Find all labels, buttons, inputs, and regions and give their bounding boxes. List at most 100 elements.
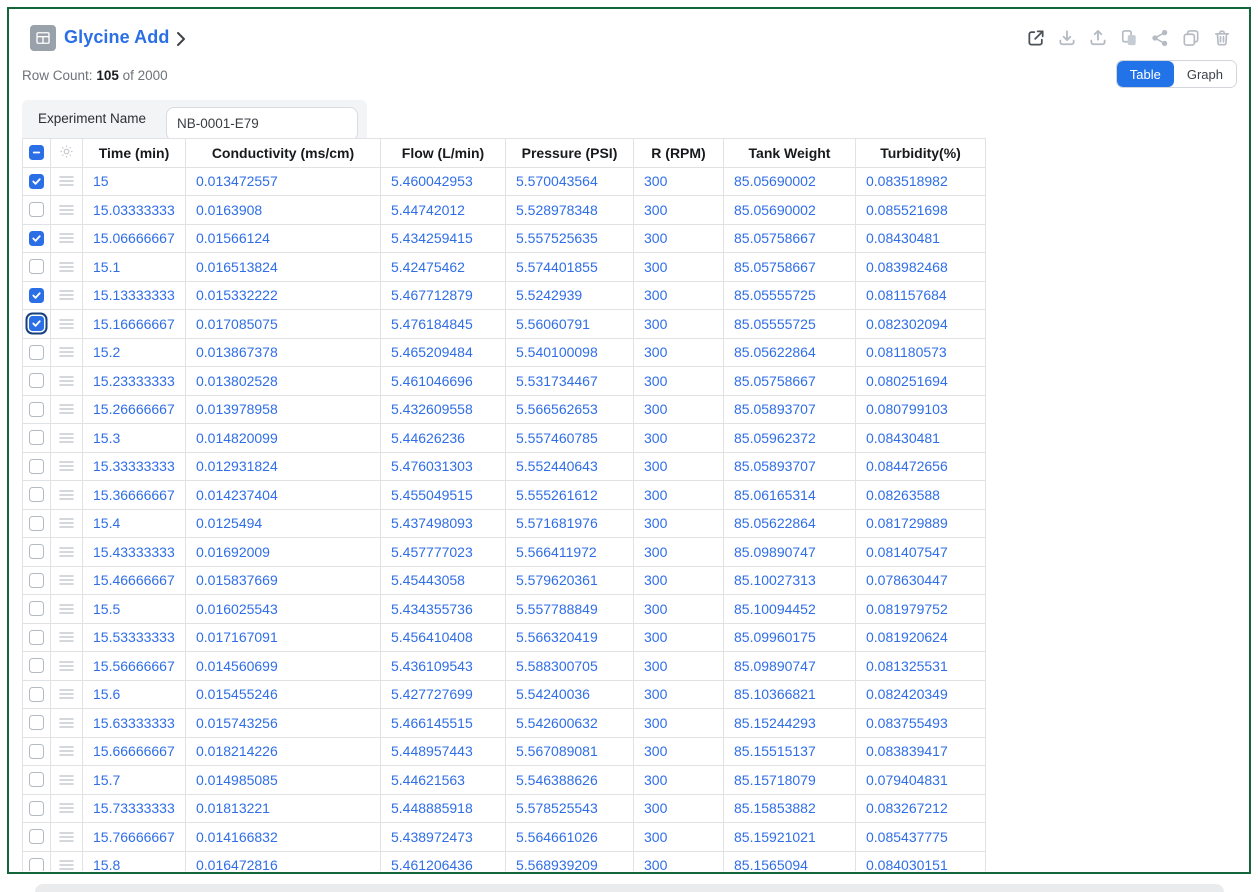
row-checkbox[interactable] (29, 345, 44, 360)
cell-tank-weight[interactable]: 85.05758667 (724, 253, 856, 282)
cell-time[interactable]: 15.56666667 (83, 652, 186, 681)
cell-time[interactable]: 15.73333333 (83, 794, 186, 823)
drag-handle-icon[interactable] (51, 688, 82, 700)
cell-tank-weight[interactable]: 85.05758667 (724, 224, 856, 253)
cell-flow[interactable]: 5.434259415 (381, 224, 506, 253)
cell-conductivity[interactable]: 0.014985085 (186, 766, 381, 795)
cell-time[interactable]: 15.1 (83, 253, 186, 282)
cell-pressure[interactable]: 5.579620361 (506, 566, 634, 595)
cell-tank-weight[interactable]: 85.05622864 (724, 338, 856, 367)
cell-flow[interactable]: 5.448885918 (381, 794, 506, 823)
cell-tank-weight[interactable]: 85.05690002 (724, 167, 856, 196)
toggle-table-button[interactable]: Table (1117, 61, 1174, 87)
drag-handle-icon[interactable] (51, 346, 82, 358)
drag-handle-icon[interactable] (51, 432, 82, 444)
cell-flow[interactable]: 5.436109543 (381, 652, 506, 681)
cell-pressure[interactable]: 5.588300705 (506, 652, 634, 681)
cell-tank-weight[interactable]: 85.10027313 (724, 566, 856, 595)
cell-pressure[interactable]: 5.574401855 (506, 253, 634, 282)
cell-turbidity[interactable]: 0.081407547 (856, 538, 986, 567)
download-icon[interactable] (1056, 27, 1077, 48)
drag-handle-icon[interactable] (51, 831, 82, 843)
row-checkbox[interactable] (29, 288, 44, 303)
open-in-new-icon[interactable] (1025, 27, 1046, 48)
cell-tank-weight[interactable]: 85.09890747 (724, 538, 856, 567)
row-checkbox[interactable] (29, 487, 44, 502)
cell-pressure[interactable]: 5.568939209 (506, 851, 634, 871)
cell-time[interactable]: 15.7 (83, 766, 186, 795)
cell-time[interactable]: 15.33333333 (83, 452, 186, 481)
cell-conductivity[interactable]: 0.016472816 (186, 851, 381, 871)
cell-rpm[interactable]: 300 (634, 623, 724, 652)
row-checkbox[interactable] (29, 573, 44, 588)
cell-conductivity[interactable]: 0.013978958 (186, 395, 381, 424)
drag-handle-icon[interactable] (51, 802, 82, 814)
cell-rpm[interactable]: 300 (634, 509, 724, 538)
drag-handle-icon[interactable] (51, 774, 82, 786)
row-checkbox[interactable] (29, 801, 44, 816)
cell-rpm[interactable]: 300 (634, 367, 724, 396)
cell-tank-weight[interactable]: 85.05962372 (724, 424, 856, 453)
cell-flow[interactable]: 5.461046696 (381, 367, 506, 396)
cell-flow[interactable]: 5.457777023 (381, 538, 506, 567)
chevron-right-icon[interactable] (172, 28, 190, 50)
row-checkbox[interactable] (29, 630, 44, 645)
row-checkbox[interactable] (29, 516, 44, 531)
cell-rpm[interactable]: 300 (634, 538, 724, 567)
cell-conductivity[interactable]: 0.014166832 (186, 823, 381, 852)
cell-rpm[interactable]: 300 (634, 196, 724, 225)
cell-rpm[interactable]: 300 (634, 424, 724, 453)
experiment-name-input[interactable]: NB-0001-E79 (166, 107, 358, 141)
cell-rpm[interactable]: 300 (634, 851, 724, 871)
cell-rpm[interactable]: 300 (634, 481, 724, 510)
cell-pressure[interactable]: 5.531734467 (506, 367, 634, 396)
cell-turbidity[interactable]: 0.083518982 (856, 167, 986, 196)
cell-conductivity[interactable]: 0.014820099 (186, 424, 381, 453)
cell-conductivity[interactable]: 0.01813221 (186, 794, 381, 823)
cell-turbidity[interactable]: 0.081157684 (856, 281, 986, 310)
drag-handle-icon[interactable] (51, 660, 82, 672)
cell-conductivity[interactable]: 0.016513824 (186, 253, 381, 282)
cell-time[interactable]: 15.4 (83, 509, 186, 538)
cell-turbidity[interactable]: 0.081920624 (856, 623, 986, 652)
cell-turbidity[interactable]: 0.080251694 (856, 367, 986, 396)
cell-turbidity[interactable]: 0.08430481 (856, 224, 986, 253)
cell-turbidity[interactable]: 0.081325531 (856, 652, 986, 681)
cell-turbidity[interactable]: 0.078630447 (856, 566, 986, 595)
cell-tank-weight[interactable]: 85.05893707 (724, 452, 856, 481)
cell-flow[interactable]: 5.45443058 (381, 566, 506, 595)
cell-flow[interactable]: 5.476184845 (381, 310, 506, 339)
drag-handle-icon[interactable] (51, 603, 82, 615)
cell-turbidity[interactable]: 0.081180573 (856, 338, 986, 367)
cell-time[interactable]: 15.13333333 (83, 281, 186, 310)
drag-handle-icon[interactable] (51, 403, 82, 415)
cell-tank-weight[interactable]: 85.05690002 (724, 196, 856, 225)
cell-pressure[interactable]: 5.546388626 (506, 766, 634, 795)
cell-time[interactable]: 15.8 (83, 851, 186, 871)
cell-rpm[interactable]: 300 (634, 310, 724, 339)
drag-handle-icon[interactable] (51, 460, 82, 472)
cell-pressure[interactable]: 5.557788849 (506, 595, 634, 624)
cell-pressure[interactable]: 5.5242939 (506, 281, 634, 310)
cell-time[interactable]: 15.5 (83, 595, 186, 624)
cell-flow[interactable]: 5.456410408 (381, 623, 506, 652)
cell-turbidity[interactable]: 0.082302094 (856, 310, 986, 339)
cell-time[interactable]: 15.66666667 (83, 737, 186, 766)
cell-pressure[interactable]: 5.54240036 (506, 680, 634, 709)
row-checkbox[interactable] (29, 316, 44, 331)
cell-flow[interactable]: 5.460042953 (381, 167, 506, 196)
cell-pressure[interactable]: 5.528978348 (506, 196, 634, 225)
cell-pressure[interactable]: 5.56060791 (506, 310, 634, 339)
cell-flow[interactable]: 5.466145515 (381, 709, 506, 738)
row-checkbox[interactable] (29, 202, 44, 217)
drag-handle-icon[interactable] (51, 717, 82, 729)
cell-pressure[interactable]: 5.566411972 (506, 538, 634, 567)
cell-pressure[interactable]: 5.542600632 (506, 709, 634, 738)
cell-time[interactable]: 15.63333333 (83, 709, 186, 738)
drag-handle-icon[interactable] (51, 859, 82, 871)
row-checkbox[interactable] (29, 231, 44, 246)
cell-conductivity[interactable]: 0.013867378 (186, 338, 381, 367)
drag-handle-icon[interactable] (51, 489, 82, 501)
drag-handle-icon[interactable] (51, 745, 82, 757)
cell-tank-weight[interactable]: 85.09960175 (724, 623, 856, 652)
